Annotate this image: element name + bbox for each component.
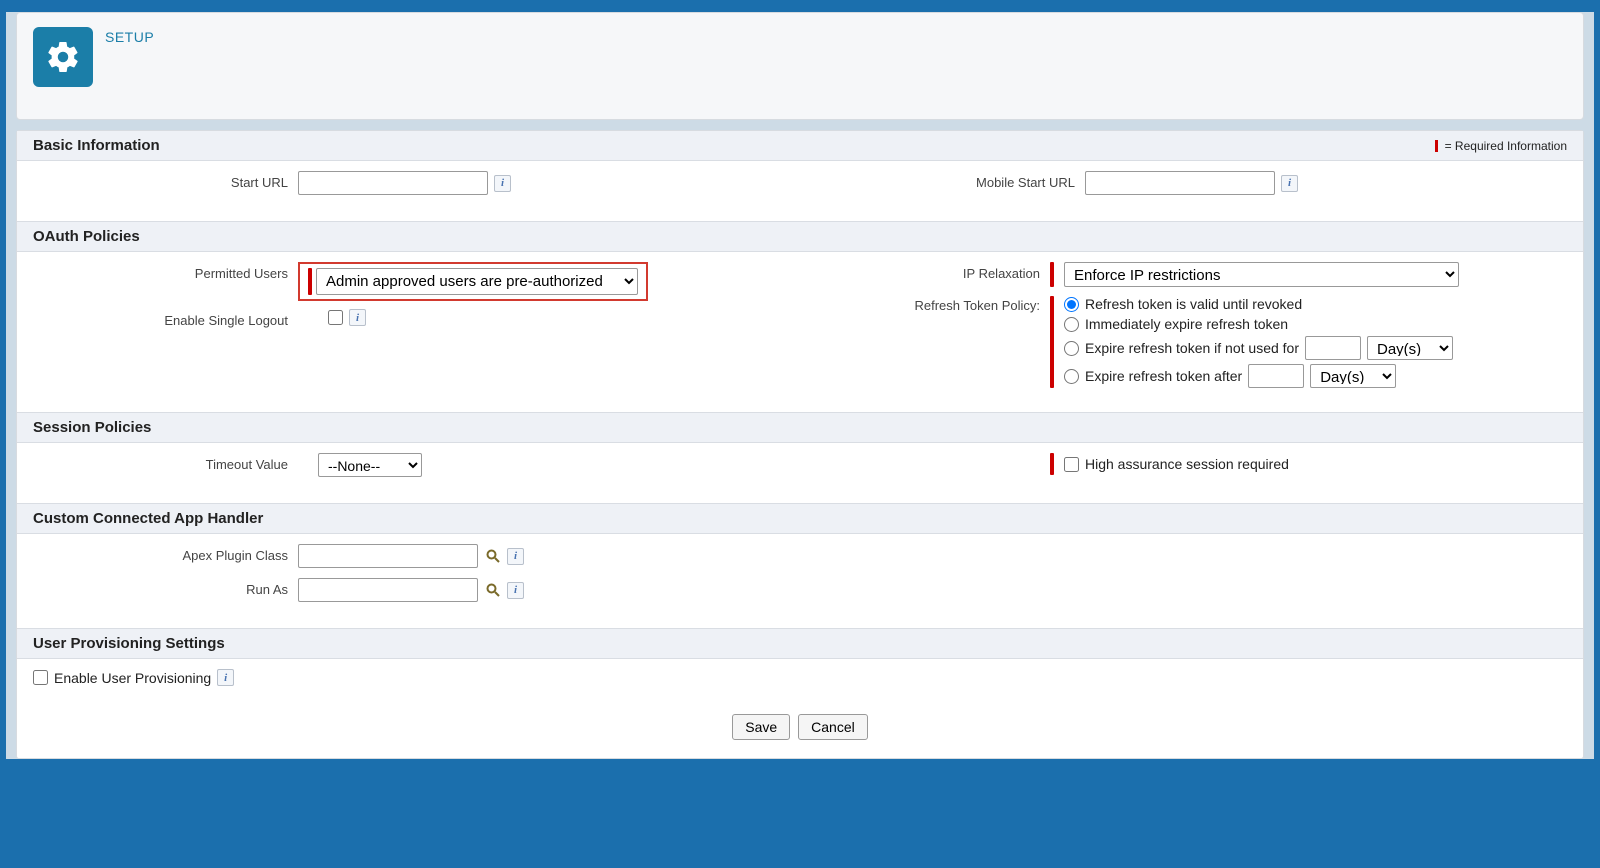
- lookup-icon[interactable]: [484, 582, 501, 599]
- enable-user-provisioning-checkbox[interactable]: [33, 670, 48, 685]
- enable-user-provisioning-option[interactable]: Enable User Provisioning i: [33, 669, 1567, 686]
- refresh-token-policy-label: Refresh Token Policy:: [820, 296, 1050, 313]
- run-as-label: Run As: [33, 578, 298, 597]
- high-assurance-option[interactable]: High assurance session required: [1064, 456, 1289, 472]
- section-oauth-policies: OAuth Policies: [17, 221, 1583, 252]
- section-title: User Provisioning Settings: [33, 635, 225, 652]
- refresh-immediately-option[interactable]: Immediately expire refresh token: [1064, 316, 1453, 332]
- timeout-value-label: Timeout Value: [33, 453, 298, 472]
- refresh-immediately-radio[interactable]: [1064, 317, 1079, 332]
- start-url-label: Start URL: [33, 171, 298, 190]
- gear-icon: [33, 27, 93, 87]
- info-icon[interactable]: i: [1281, 175, 1298, 192]
- run-as-input[interactable]: [298, 578, 478, 602]
- apex-plugin-class-input[interactable]: [298, 544, 478, 568]
- section-user-provisioning: User Provisioning Settings: [17, 628, 1583, 659]
- info-icon[interactable]: i: [494, 175, 511, 192]
- refresh-until-revoked-radio[interactable]: [1064, 297, 1079, 312]
- refresh-after-radio[interactable]: [1064, 369, 1079, 384]
- mobile-start-url-input[interactable]: [1085, 171, 1275, 195]
- mobile-start-url-label: Mobile Start URL: [820, 171, 1085, 190]
- section-custom-handler: Custom Connected App Handler: [17, 503, 1583, 534]
- info-icon[interactable]: i: [507, 582, 524, 599]
- info-icon[interactable]: i: [217, 669, 234, 686]
- refresh-not-used-for-radio[interactable]: [1064, 341, 1079, 356]
- permitted-users-highlight: Admin approved users are pre-authorized: [298, 262, 648, 301]
- refresh-until-revoked-option[interactable]: Refresh token is valid until revoked: [1064, 296, 1453, 312]
- section-title: Session Policies: [33, 419, 151, 436]
- cancel-button[interactable]: Cancel: [798, 714, 868, 740]
- section-title: OAuth Policies: [33, 228, 140, 245]
- high-assurance-checkbox[interactable]: [1064, 457, 1079, 472]
- page-title: SETUP: [105, 27, 154, 45]
- enable-single-logout-checkbox[interactable]: [328, 310, 343, 325]
- apex-plugin-class-label: Apex Plugin Class: [33, 544, 298, 563]
- permitted-users-label: Permitted Users: [33, 262, 298, 281]
- refresh-not-used-for-value[interactable]: [1305, 336, 1361, 360]
- section-session-policies: Session Policies: [17, 412, 1583, 443]
- setup-header: SETUP: [16, 12, 1584, 120]
- refresh-after-option[interactable]: Expire refresh token after Day(s): [1064, 364, 1453, 388]
- ip-relaxation-select[interactable]: Enforce IP restrictions: [1064, 262, 1459, 287]
- save-button[interactable]: Save: [732, 714, 790, 740]
- info-icon[interactable]: i: [507, 548, 524, 565]
- lookup-icon[interactable]: [484, 548, 501, 565]
- refresh-not-used-for-option[interactable]: Expire refresh token if not used for Day…: [1064, 336, 1453, 360]
- timeout-value-select[interactable]: --None--: [318, 453, 422, 477]
- section-basic-information: Basic Information = Required Information: [17, 131, 1583, 161]
- start-url-input[interactable]: [298, 171, 488, 195]
- refresh-not-used-for-unit[interactable]: Day(s): [1367, 336, 1453, 360]
- refresh-after-value[interactable]: [1248, 364, 1304, 388]
- enable-single-logout-label: Enable Single Logout: [33, 309, 298, 328]
- info-icon[interactable]: i: [349, 309, 366, 326]
- ip-relaxation-label: IP Relaxation: [820, 262, 1050, 281]
- section-title: Custom Connected App Handler: [33, 510, 263, 527]
- required-info-note: = Required Information: [1435, 139, 1567, 153]
- permitted-users-select[interactable]: Admin approved users are pre-authorized: [316, 268, 638, 295]
- section-title: Basic Information: [33, 137, 160, 154]
- refresh-after-unit[interactable]: Day(s): [1310, 364, 1396, 388]
